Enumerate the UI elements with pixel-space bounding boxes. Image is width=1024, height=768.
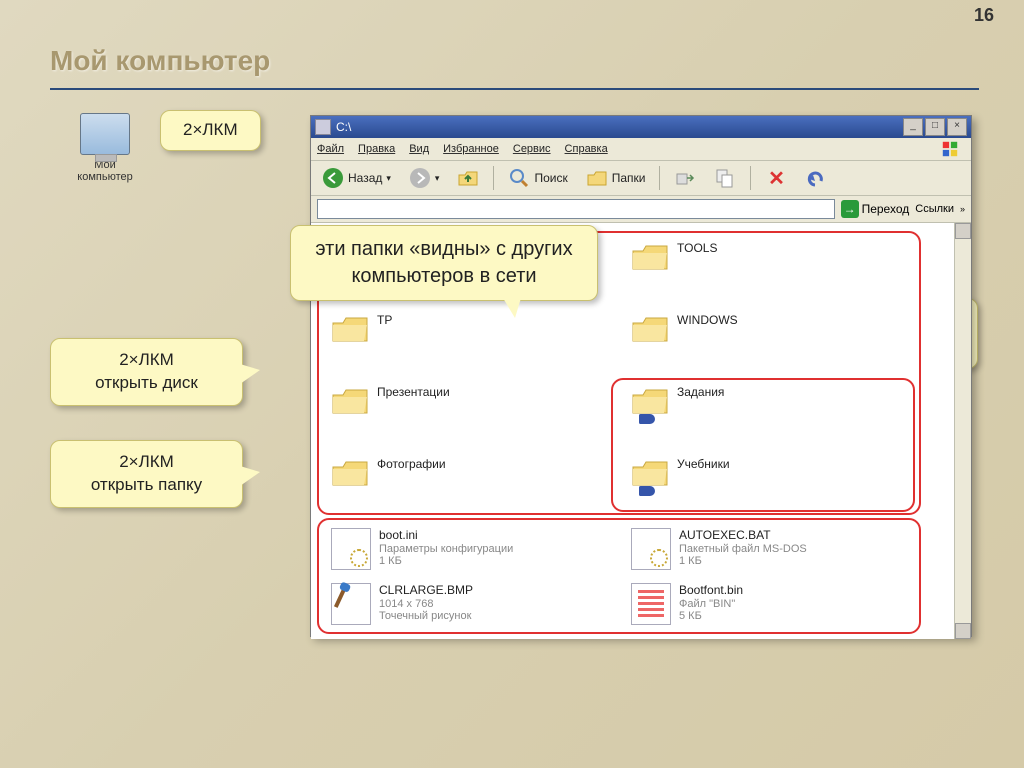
my-computer-label: Мой компьютер xyxy=(65,159,145,183)
forward-icon xyxy=(409,167,431,189)
close-button[interactable]: × xyxy=(947,118,967,136)
menu-edit[interactable]: Правка xyxy=(358,143,395,155)
folder-icon xyxy=(631,313,669,345)
file-item[interactable]: Bootfont.binФайл "BIN"5 КБ xyxy=(631,583,871,625)
search-button[interactable]: Поиск xyxy=(501,164,574,192)
bat-file-icon xyxy=(631,528,671,570)
folder-icon xyxy=(331,457,369,489)
back-icon xyxy=(322,167,344,189)
menubar: Файл Правка Вид Избранное Сервис Справка xyxy=(311,138,971,161)
drive-icon xyxy=(315,119,331,135)
folder-up-icon xyxy=(457,167,479,189)
links-button[interactable]: Ссылки xyxy=(915,203,954,215)
menu-favorites[interactable]: Избранное xyxy=(443,143,499,155)
address-input[interactable] xyxy=(317,199,835,219)
vertical-scrollbar[interactable] xyxy=(954,223,971,639)
folder-item[interactable]: TOOLS xyxy=(631,241,871,273)
folders-button[interactable]: Папки xyxy=(579,164,653,192)
undo-icon xyxy=(805,167,827,189)
maximize-button[interactable]: □ xyxy=(925,118,945,136)
bmp-file-icon xyxy=(331,583,371,625)
move-icon xyxy=(674,167,696,189)
folder-icon xyxy=(631,241,669,273)
back-button[interactable]: Назад ▾ xyxy=(315,164,398,192)
copy-icon xyxy=(714,167,736,189)
file-item[interactable]: AUTOEXEC.BATПакетный файл MS-DOS1 КБ xyxy=(631,528,871,570)
shared-folder-icon xyxy=(631,385,669,417)
callout-network-visible: эти папки «видны» с других компьютеров в… xyxy=(290,225,598,301)
share-hand-icon xyxy=(639,486,655,496)
toolbar: Назад ▾ ▾ Поиск Папки ✕ xyxy=(311,161,971,196)
shared-folder-icon xyxy=(631,457,669,489)
addressbar: →Переход Ссылки » xyxy=(311,196,971,223)
file-item[interactable]: boot.iniПараметры конфигурации1 КБ xyxy=(331,528,571,570)
monitor-icon xyxy=(80,113,130,155)
go-button[interactable]: →Переход xyxy=(841,200,910,218)
folder-item[interactable]: WINDOWS xyxy=(631,313,871,345)
folder-item[interactable]: TP xyxy=(331,313,571,345)
file-item[interactable]: CLRLARGE.BMP1014 x 768Точечный рисунок xyxy=(331,583,571,625)
page-number: 16 xyxy=(974,5,994,26)
go-icon: → xyxy=(841,200,859,218)
delete-button[interactable]: ✕ xyxy=(758,164,794,192)
folder-item[interactable]: Презентации xyxy=(331,385,571,417)
menu-help[interactable]: Справка xyxy=(565,143,608,155)
forward-button[interactable]: ▾ xyxy=(402,164,447,192)
folders-icon xyxy=(586,167,608,189)
explorer-window: C:\ _ □ × Файл Правка Вид Избранное Серв… xyxy=(310,115,972,637)
callout-open-folder: 2×ЛКМоткрыть папку xyxy=(50,440,243,508)
ini-file-icon xyxy=(331,528,371,570)
up-button[interactable] xyxy=(450,164,486,192)
share-hand-icon xyxy=(639,414,655,424)
window-title: C:\ xyxy=(336,120,903,134)
chevron-down-icon: ▾ xyxy=(386,173,391,184)
folder-item[interactable]: Фотографии xyxy=(331,457,571,489)
folder-icon xyxy=(331,385,369,417)
chevron-down-icon: ▾ xyxy=(435,173,440,184)
folder-item[interactable]: Задания xyxy=(631,385,871,420)
menu-file[interactable]: Файл xyxy=(317,143,344,155)
title-rule xyxy=(50,88,979,90)
delete-icon: ✕ xyxy=(765,167,787,189)
chevron-right-icon: » xyxy=(960,204,965,214)
callout-dblclick: 2×ЛКМ xyxy=(160,110,261,151)
folder-icon xyxy=(331,313,369,345)
menu-view[interactable]: Вид xyxy=(409,143,429,155)
page-title: Мой компьютер xyxy=(50,45,270,77)
windows-flag-icon xyxy=(935,140,965,158)
folder-item[interactable]: Учебники xyxy=(631,457,871,492)
copy-button[interactable] xyxy=(707,164,743,192)
move-button[interactable] xyxy=(667,164,703,192)
my-computer-icon[interactable]: Мой компьютер xyxy=(65,113,145,183)
minimize-button[interactable]: _ xyxy=(903,118,923,136)
menu-tools[interactable]: Сервис xyxy=(513,143,551,155)
undo-button[interactable] xyxy=(798,164,834,192)
titlebar[interactable]: C:\ _ □ × xyxy=(311,116,971,138)
bin-file-icon xyxy=(631,583,671,625)
search-icon xyxy=(508,167,530,189)
callout-open-disk: 2×ЛКМоткрыть диск xyxy=(50,338,243,406)
